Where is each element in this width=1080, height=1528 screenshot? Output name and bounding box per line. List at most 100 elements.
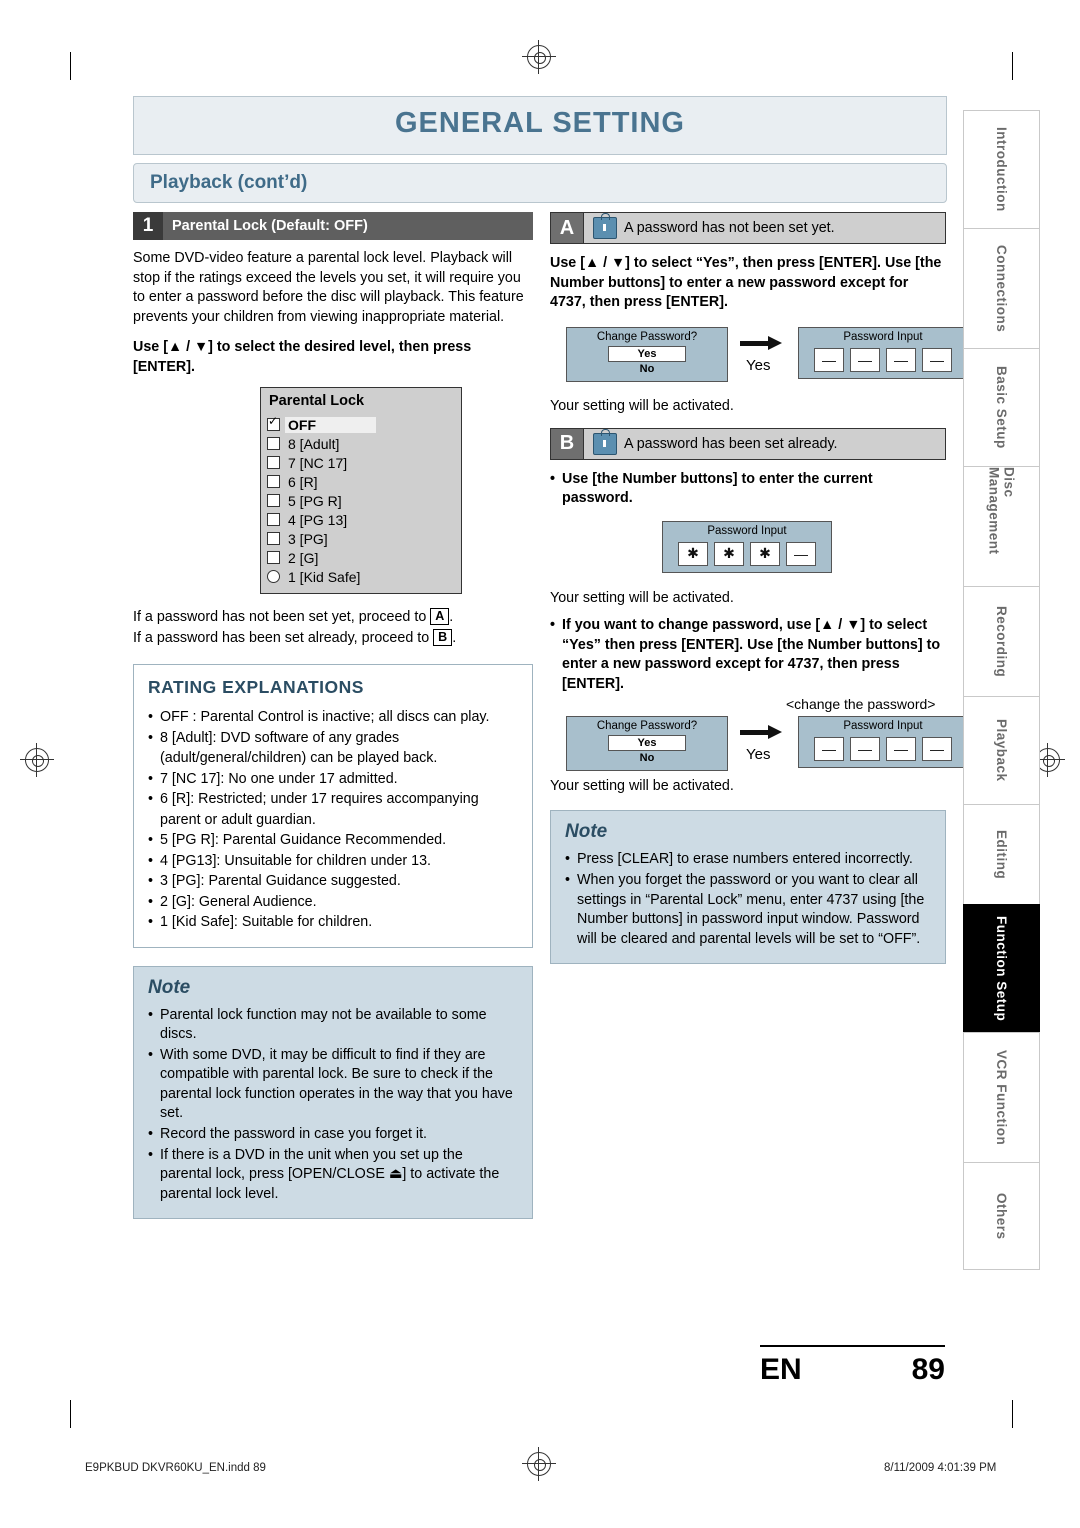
password-digit[interactable]: — — [922, 347, 952, 372]
password-digit[interactable]: — — [922, 737, 952, 762]
password-fields[interactable]: ✱ ✱ ✱ — — [663, 540, 831, 572]
list-item[interactable]: OFF — [267, 414, 455, 434]
change-password-caption: <change the password> — [786, 696, 936, 713]
password-fields[interactable]: — — — — — [799, 735, 967, 767]
rating-explanations-list: OFF : Parental Control is inactive; all … — [148, 707, 518, 933]
case-b-label: A password has been set already. — [624, 435, 838, 452]
password-digit[interactable]: — — [850, 347, 880, 372]
password-digit[interactable]: — — [886, 737, 916, 762]
case-a-letter: A — [551, 213, 584, 243]
case-a-instruction: Use [▲ / ▼] to select “Yes”, then press … — [550, 255, 942, 311]
password-digit[interactable]: — — [886, 347, 916, 372]
password-digit[interactable]: — — [814, 737, 844, 762]
no-option[interactable]: No — [608, 751, 686, 765]
key-b: B — [433, 629, 453, 646]
tab-label: Recording — [994, 605, 1009, 678]
lock-icon — [593, 213, 617, 239]
proceed-instructions: If a password has not been set yet, proc… — [133, 607, 533, 649]
password-digit[interactable]: — — [814, 347, 844, 372]
list-item: 8 [Adult]: DVD software of any grades (a… — [148, 728, 518, 769]
list-item[interactable]: 7 [NC 17] — [267, 453, 455, 472]
yes-option[interactable]: Yes — [608, 345, 686, 362]
list-item[interactable]: 2 [G] — [267, 548, 455, 567]
note-list: Press [CLEAR] to erase numbers entered i… — [565, 850, 931, 949]
list-item[interactable]: 3 [PG] — [267, 529, 455, 548]
case-b-bullet-1: Use [the Number buttons] to enter the cu… — [550, 470, 946, 509]
tab-disc-management[interactable]: Disc Management — [963, 466, 1040, 586]
tab-function-setup[interactable]: Function Setup — [963, 904, 1040, 1032]
yes-option[interactable]: Yes — [608, 735, 686, 752]
change-password-dialog: Change Password? Yes No — [566, 716, 728, 772]
tab-basic-setup[interactable]: Basic Setup — [963, 348, 1040, 466]
note-list: Parental lock function may not be availa… — [148, 1006, 518, 1205]
list-item[interactable]: 5 [PG R] — [267, 491, 455, 510]
tab-label: Basic Setup — [994, 366, 1009, 449]
password-input-dialog: Password Input — — — — — [798, 326, 968, 379]
checkbox-icon — [267, 532, 280, 545]
tab-vcr-function[interactable]: VCR Function — [963, 1032, 1040, 1162]
list-item: 7 [NC 17]: No one under 17 admitted. — [148, 769, 518, 790]
arrow-right-icon — [740, 335, 782, 350]
checkbox-icon — [267, 456, 280, 469]
tab-recording[interactable]: Recording — [963, 586, 1040, 696]
tab-others[interactable]: Others — [963, 1162, 1040, 1270]
password-digit[interactable]: ✱ — [714, 541, 744, 566]
password-digit[interactable]: — — [786, 541, 816, 566]
registration-mark-left — [20, 743, 54, 777]
password-input-dialog: Password Input — — — — — [798, 716, 968, 769]
list-item: 2 [G]: General Audience. — [148, 892, 518, 913]
list-item-label: 5 [PG R] — [288, 492, 342, 509]
dialog-caption: Password Input — [843, 330, 923, 343]
note-title: Note — [148, 976, 191, 998]
password-digit[interactable]: — — [850, 737, 880, 762]
tab-label: Function Setup — [994, 915, 1009, 1022]
no-option[interactable]: No — [608, 362, 686, 376]
list-item: Record the password in case you forget i… — [148, 1125, 518, 1145]
page-number-block: EN 89 — [760, 1345, 945, 1387]
manual-page: GENERAL SETTING Playback (cont’d) 1 Pare… — [0, 0, 1080, 1528]
list-item: If there is a DVD in the unit when you s… — [148, 1146, 518, 1205]
case-a-label: A password has not been set yet. — [624, 220, 835, 236]
tab-label: Editing — [994, 829, 1009, 880]
list-item: 1 [Kid Safe]: Suitable for children. — [148, 912, 518, 933]
list-item-label: 7 [NC 17] — [288, 454, 348, 471]
arrow-right-icon — [740, 725, 782, 740]
checkbox-icon — [267, 513, 280, 526]
page-number-row: EN 89 — [760, 1347, 945, 1387]
password-input-dialog: Password Input ✱ ✱ ✱ — — [662, 520, 832, 573]
parental-lock-menu: Parental Lock OFF 8 [Adult] 7 [NC 17] 6 … — [260, 387, 462, 594]
list-item[interactable]: 4 [PG 13] — [267, 510, 455, 529]
rating-explanations-title: RATING EXPLANATIONS — [148, 677, 364, 697]
list-item: 6 [R]: Restricted; under 17 requires acc… — [148, 789, 518, 830]
yes-no-options: Yes No — [608, 735, 686, 765]
page-number: 89 — [911, 1353, 945, 1386]
password-digit[interactable]: ✱ — [750, 541, 780, 566]
list-item-label: 6 [R] — [288, 473, 318, 490]
list-item: 4 [PG13]: Unsuitable for children under … — [148, 851, 518, 872]
tab-label: Playback — [994, 719, 1009, 782]
list-item: When you forget the password or you want… — [565, 871, 931, 949]
password-fields[interactable]: — — — — — [799, 346, 967, 378]
tab-playback[interactable]: Playback — [963, 696, 1040, 804]
password-digit[interactable]: ✱ — [678, 541, 708, 566]
footer-filename: E9PKBUD DKVR60KU_EN.indd 89 — [85, 1462, 266, 1474]
step-header: 1 Parental Lock (Default: OFF) — [133, 212, 533, 240]
tab-label: VCR Function — [994, 1049, 1009, 1146]
yes-no-options: Yes No — [608, 345, 686, 376]
tab-editing[interactable]: Editing — [963, 804, 1040, 904]
case-b-letter: B — [551, 428, 584, 459]
tab-connections[interactable]: Connections — [963, 228, 1040, 348]
section-subtitle-bar: Playback (cont’d) — [133, 163, 947, 203]
list-item-label: OFF — [285, 416, 376, 433]
case-b-after-text-1: Your setting will be activated. — [550, 589, 734, 606]
list-item[interactable]: 8 [Adult] — [267, 434, 455, 453]
tab-label: Connections — [994, 244, 1009, 333]
lock-icon — [593, 428, 617, 455]
intro-paragraph: Some DVD-video feature a parental lock l… — [133, 250, 524, 325]
crop-mark-top-right — [1012, 52, 1013, 80]
list-item[interactable]: 6 [R] — [267, 472, 455, 491]
list-item[interactable]: 1 [Kid Safe] — [267, 567, 455, 586]
tab-introduction[interactable]: Introduction — [963, 110, 1040, 228]
list-item-label: 3 [PG] — [288, 530, 328, 547]
list-item: 3 [PG]: Parental Guidance suggested. — [148, 871, 518, 892]
